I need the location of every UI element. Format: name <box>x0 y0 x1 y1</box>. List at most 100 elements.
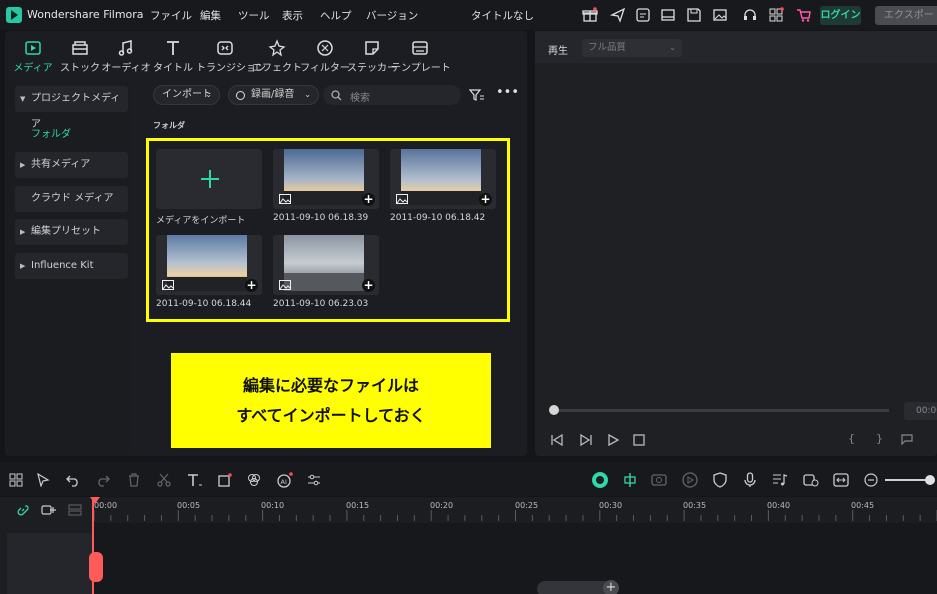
document-title: タイトルなし <box>471 10 534 22</box>
render-icon[interactable] <box>591 471 609 489</box>
caret-right-icon: ▶ <box>20 161 26 169</box>
filter-sort-icon[interactable] <box>469 88 485 102</box>
gift-icon[interactable] <box>581 6 599 24</box>
player-panel <box>535 31 937 456</box>
ai-tool-icon[interactable]: AI <box>276 471 294 489</box>
sidebar-item-label: Influence Kit <box>31 260 94 271</box>
track-manager-icon[interactable] <box>68 503 82 517</box>
sidebar-item-edit-preset[interactable]: ▶ 編集プリセット <box>15 219 128 245</box>
play-circle-icon[interactable] <box>682 472 698 488</box>
fit-width-icon[interactable] <box>833 472 849 488</box>
sidebar-item-folder[interactable]: フォルダ <box>31 125 71 140</box>
sidebar-item-influence-kit[interactable]: ▶ Influence Kit <box>15 253 128 279</box>
grid-icon[interactable] <box>767 6 785 24</box>
tab-transition-label: トランジション <box>196 63 266 74</box>
link-icon[interactable] <box>16 503 30 517</box>
text-tool-icon[interactable] <box>187 473 203 487</box>
cart-icon[interactable] <box>795 6 813 24</box>
ruler-tick-label: 00:45 <box>851 501 875 510</box>
menu-version[interactable]: バージョン <box>366 8 418 23</box>
more-options-icon[interactable]: ••• <box>496 86 519 99</box>
add-clip-icon[interactable]: + <box>603 580 619 594</box>
sidebar-item-label: 編集プリセット <box>31 226 101 237</box>
image-icon[interactable] <box>711 6 729 24</box>
sidebar-item-shared-media[interactable]: ▶ 共有メディア <box>15 152 128 178</box>
playhead-handle[interactable] <box>89 552 103 582</box>
timeline-tracks[interactable] <box>93 523 937 594</box>
feedback-icon[interactable] <box>634 6 652 24</box>
chevron-down-icon: ⌄ <box>304 90 311 99</box>
save-icon[interactable] <box>685 6 703 24</box>
layout-grid-icon[interactable] <box>9 473 23 487</box>
shield-icon[interactable] <box>712 472 728 488</box>
sticker-icon <box>362 38 382 58</box>
microphone-icon[interactable] <box>742 472 758 488</box>
menu-edit[interactable]: 編集 <box>200 8 221 23</box>
tab-transition[interactable]: トランジション <box>196 38 266 74</box>
color-icon[interactable] <box>247 473 261 487</box>
sidebar-item-label: 共有メディア <box>31 159 91 170</box>
annotation-line-1: 編集に必要なファイルは <box>242 376 419 395</box>
player-label: 再生 <box>548 46 568 57</box>
delete-icon[interactable] <box>127 473 141 487</box>
ruler-tick-label: 00:35 <box>683 501 707 510</box>
menu-view[interactable]: 表示 <box>282 8 303 23</box>
quality-select[interactable]: フル品質 ⌄ <box>582 39 682 57</box>
caret-right-icon: ▶ <box>20 262 26 270</box>
template-icon <box>410 38 430 58</box>
marker-icon[interactable] <box>900 433 914 447</box>
scissors-icon[interactable] <box>157 473 171 487</box>
select-tool-icon[interactable] <box>36 473 50 487</box>
scrub-handle[interactable] <box>549 405 559 415</box>
import-dropdown[interactable]: インポート ⌄ <box>153 85 220 105</box>
crop-icon[interactable] <box>217 472 233 488</box>
adjust-icon[interactable] <box>307 473 321 487</box>
mark-out-icon[interactable]: } <box>876 432 883 445</box>
app-title: Wondershare Filmora <box>27 8 144 21</box>
tab-title-label: タイトル <box>153 63 193 74</box>
sidebar-item-cloud-media[interactable]: クラウド メディア <box>15 186 128 212</box>
menu-help[interactable]: ヘルプ <box>320 8 352 23</box>
menu-tools[interactable]: ツール <box>238 8 270 23</box>
caret-right-icon: ▶ <box>20 228 26 236</box>
annotation-line-2: すべてインポートしておく <box>236 406 426 425</box>
music-list-icon[interactable] <box>772 472 788 488</box>
search-placeholder: 検索 <box>350 93 370 104</box>
ruler-tick-label: 00:25 <box>515 501 539 510</box>
add-track-icon[interactable] <box>41 503 57 517</box>
tab-template[interactable]: テンプレート <box>391 38 451 74</box>
prev-frame-icon[interactable] <box>550 433 564 447</box>
title-icon <box>163 38 183 58</box>
ruler-tick-label: 00:10 <box>261 501 285 510</box>
mark-in-icon[interactable]: { <box>848 432 855 445</box>
zoom-slider-handle[interactable] <box>925 475 935 485</box>
ruler-tick-label: 00:05 <box>177 501 201 510</box>
search-icon <box>331 90 342 101</box>
undo-icon[interactable] <box>66 473 80 487</box>
annotation-callout: 編集に必要なファイルは すべてインポートしておく <box>171 353 491 448</box>
redo-icon[interactable] <box>96 473 110 487</box>
play-icon[interactable] <box>606 433 620 447</box>
send-icon[interactable] <box>609 6 627 24</box>
stop-icon[interactable] <box>632 433 646 447</box>
menu-file[interactable]: ファイル <box>150 8 192 23</box>
login-button[interactable]: ログイン <box>820 6 861 25</box>
layout-icon[interactable] <box>659 6 677 24</box>
media-icon <box>23 38 43 58</box>
folder-heading: フォルダ <box>153 121 185 130</box>
headset-icon[interactable] <box>741 6 759 24</box>
auto-reframe-icon[interactable] <box>651 472 667 488</box>
next-frame-icon[interactable] <box>579 433 593 447</box>
tab-title[interactable]: タイトル <box>144 38 202 74</box>
ruler-tick-label: 00:40 <box>767 501 791 510</box>
scrub-bar[interactable] <box>554 409 889 412</box>
sidebar-item-project-media[interactable]: ▼ プロジェクトメディア <box>15 86 128 130</box>
audio-icon <box>116 38 136 58</box>
export-button[interactable]: エクスポート <box>875 6 937 25</box>
search-input[interactable] <box>323 85 461 105</box>
snap-icon[interactable] <box>622 472 638 488</box>
highlight-frame <box>146 138 510 322</box>
record-dropdown[interactable]: 録画/録音 ⌄ <box>228 85 319 105</box>
clip-replace-icon[interactable] <box>803 472 819 488</box>
zoom-out-icon[interactable] <box>864 473 878 487</box>
